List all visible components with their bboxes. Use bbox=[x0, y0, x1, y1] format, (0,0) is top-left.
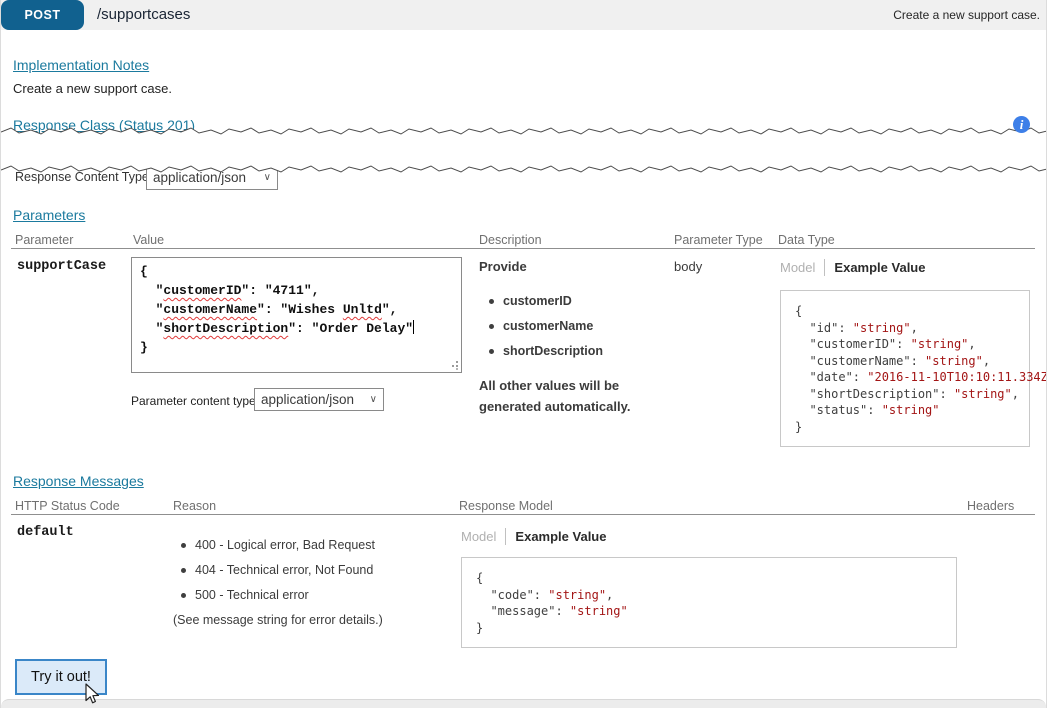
mouse-cursor-icon bbox=[84, 683, 102, 707]
parameter-name: supportCase bbox=[17, 259, 106, 274]
col-headers: Headers bbox=[967, 499, 1014, 513]
col-description: Description bbox=[479, 233, 542, 247]
col-parameter-type: Parameter Type bbox=[674, 233, 763, 247]
col-data-type: Data Type bbox=[778, 233, 835, 247]
response-class-heading[interactable]: Response Class (Status 201) bbox=[13, 117, 195, 133]
description-bullet-list: customerIDcustomerNameshortDescription bbox=[489, 294, 603, 369]
data-type-example-box: { "id": "string", "customerID": "string"… bbox=[780, 290, 1030, 447]
response-content-type-select[interactable]: application/json ∨ bbox=[146, 164, 278, 190]
operation-header-bar[interactable]: POST /supportcases Create a new support … bbox=[1, 0, 1047, 30]
tab-divider bbox=[505, 528, 506, 545]
operation-summary: Create a new support case. bbox=[893, 8, 1040, 22]
parameters-heading[interactable]: Parameters bbox=[13, 207, 85, 223]
response-model-example-box: { "code": "string", "message": "string"} bbox=[461, 557, 957, 648]
chevron-down-icon: ∨ bbox=[370, 394, 377, 405]
response-messages-header-rule bbox=[11, 514, 1035, 515]
parameter-content-type-label: Parameter content type: bbox=[131, 394, 259, 408]
parameter-type-value: body bbox=[674, 259, 702, 274]
description-intro: Provide bbox=[479, 259, 527, 274]
chevron-down-icon: ∨ bbox=[264, 172, 271, 183]
tab-divider bbox=[824, 259, 825, 276]
response-messages-heading[interactable]: Response Messages bbox=[13, 473, 144, 489]
implementation-notes-link[interactable]: Implementation Notes bbox=[13, 57, 149, 73]
tab-model[interactable]: Model bbox=[461, 529, 496, 544]
col-reason: Reason bbox=[173, 499, 216, 513]
reason-bullet-list: 400 - Logical error, Bad Request404 - Te… bbox=[181, 538, 375, 613]
response-content-type-label: Response Content Type bbox=[15, 170, 149, 184]
col-http-status-code: HTTP Status Code bbox=[15, 499, 120, 513]
implementation-notes-text: Create a new support case. bbox=[13, 81, 172, 96]
resize-grip-icon[interactable] bbox=[449, 360, 459, 370]
info-icon-glyph: i bbox=[1020, 117, 1024, 133]
response-content-type-value: application/json bbox=[153, 170, 246, 185]
endpoint-path: /supportcases bbox=[97, 6, 190, 23]
http-method-badge[interactable]: POST bbox=[1, 0, 84, 30]
status-code-value: default bbox=[17, 525, 74, 540]
parameter-body-textarea[interactable]: { "customerID": "4711", "customerName": … bbox=[131, 257, 462, 373]
tab-example-value[interactable]: Example Value bbox=[515, 529, 606, 544]
col-parameter: Parameter bbox=[15, 233, 73, 247]
reason-note: (See message string for error details.) bbox=[173, 613, 383, 627]
col-value: Value bbox=[133, 233, 164, 247]
col-response-model: Response Model bbox=[459, 499, 553, 513]
parameter-content-type-value: application/json bbox=[261, 392, 354, 407]
info-icon[interactable]: i bbox=[1013, 116, 1030, 133]
data-type-tabs: Model Example Value bbox=[780, 259, 925, 276]
description-note: All other values will be generated autom… bbox=[479, 375, 664, 417]
parameters-header-rule bbox=[11, 248, 1035, 249]
tab-example-value[interactable]: Example Value bbox=[834, 260, 925, 275]
api-operation-panel: POST /supportcases Create a new support … bbox=[0, 0, 1047, 708]
response-model-tabs: Model Example Value bbox=[461, 528, 606, 545]
panel-bottom-edge bbox=[1, 699, 1046, 708]
tab-model[interactable]: Model bbox=[780, 260, 815, 275]
parameter-content-type-select[interactable]: application/json ∨ bbox=[254, 388, 384, 411]
